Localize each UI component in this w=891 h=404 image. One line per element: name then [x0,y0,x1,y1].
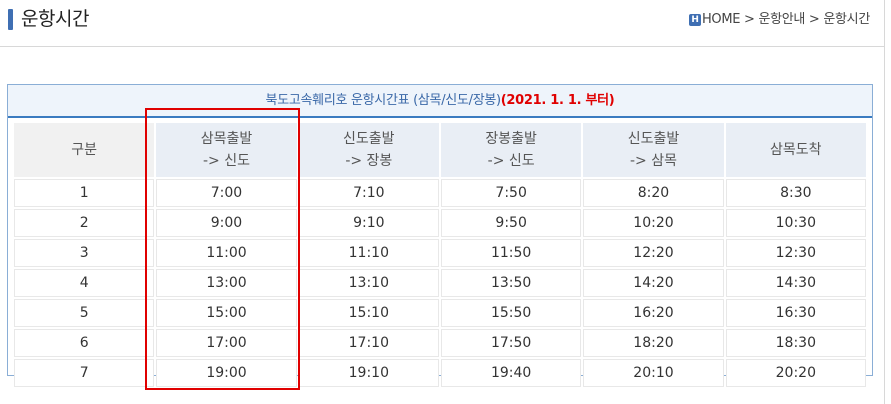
table-row: 1 7:00 7:10 7:50 8:20 8:30 [14,179,866,207]
time-cell: 15:50 [440,299,582,327]
header-column: 장봉출발 -> 신도 [440,123,582,177]
time-cell: 20:10 [583,359,724,387]
time-cell: 16:30 [725,299,866,327]
page-title: 운항시간 [21,8,89,30]
time-cell: 12:20 [583,239,724,267]
header-line1: 삼목출발 [200,131,253,147]
time-cell: 7:00 [156,179,297,207]
time-cell: 14:30 [725,269,866,297]
breadcrumb-current: 운항시간 [823,12,870,27]
time-cell: 11:50 [440,239,582,267]
time-cell: 19:40 [440,359,582,387]
time-cell: 15:10 [298,299,439,327]
time-cell: 17:10 [298,329,439,357]
time-cell: 11:10 [298,239,439,267]
time-cell: 11:00 [156,239,297,267]
breadcrumb-home[interactable]: HOME [702,11,741,29]
time-cell: 13:50 [440,269,582,297]
schedule-caption-date: (2021. 1. 1. 부터) [500,93,615,108]
header-column: 신도출발 -> 삼목 [583,123,724,177]
row-number: 7 [14,359,155,387]
row-number: 6 [14,329,155,357]
header-line1: 장봉출발 [485,131,537,147]
header-line2: -> 신도 [202,153,250,169]
breadcrumb-separator: > [740,12,759,27]
time-cell: 16:20 [583,299,724,327]
header-column: 신도출발 -> 장봉 [298,123,439,177]
header-line1: 삼목도착 [770,142,822,158]
header-column: 삼목도착 [725,123,866,177]
time-cell: 19:10 [298,359,439,387]
table-row: 5 15:00 15:10 15:50 16:20 16:30 [14,299,866,327]
time-cell: 17:00 [156,329,297,357]
header-line2: -> 신도 [487,153,535,169]
row-number: 1 [14,179,155,207]
time-cell: 9:10 [298,209,439,237]
schedule-box: 북도고속훼리호 운항시간표 (삼목/신도/장봉)(2021. 1. 1. 부터)… [7,84,873,387]
time-cell: 18:30 [725,329,866,357]
table-row: 2 9:00 9:10 9:50 10:20 10:30 [14,209,866,237]
schedule-table: 구분 삼목출발 -> 신도 신도출발 -> 장봉 장봉출발 -> 신도 신도출발… [12,121,868,389]
breadcrumb-separator: > [805,12,824,27]
time-cell: 10:20 [583,209,724,237]
time-cell: 8:20 [583,179,724,207]
caption-divider [8,116,872,118]
time-cell: 14:20 [583,269,724,297]
page-header: 운항시간 H HOME > 운항안내 > 운항시간 [0,0,884,47]
time-cell: 7:50 [440,179,582,207]
table-row: 6 17:00 17:10 17:50 18:20 18:30 [14,329,866,357]
table-header-row: 구분 삼목출발 -> 신도 신도출발 -> 장봉 장봉출발 -> 신도 신도출발… [14,123,866,177]
time-cell: 9:00 [156,209,297,237]
time-cell: 17:50 [440,329,582,357]
breadcrumb: H HOME > 운항안내 > 운항시간 [688,11,870,29]
header-line2: -> 삼목 [629,153,677,169]
schedule-caption: 북도고속훼리호 운항시간표 (삼목/신도/장봉)(2021. 1. 1. 부터) [8,85,872,116]
table-row: 3 11:00 11:10 11:50 12:20 12:30 [14,239,866,267]
time-cell: 19:00 [156,359,297,387]
table-row: 7 19:00 19:10 19:40 20:10 20:20 [14,359,866,387]
page: 운항시간 H HOME > 운항안내 > 운항시간 북도고속훼리호 운항시간표 … [0,0,891,404]
row-number: 3 [14,239,155,267]
time-cell: 13:10 [298,269,439,297]
time-cell: 20:20 [725,359,866,387]
row-number: 4 [14,269,155,297]
time-cell: 18:20 [583,329,724,357]
time-cell: 9:50 [440,209,582,237]
row-number: 5 [14,299,155,327]
title-accent-bar [8,9,13,30]
page-right-border [884,0,885,404]
header-category: 구분 [14,123,155,177]
header-line2: -> 장봉 [345,153,393,169]
time-cell: 13:00 [156,269,297,297]
time-cell: 12:30 [725,239,866,267]
table-row: 4 13:00 13:10 13:50 14:20 14:30 [14,269,866,297]
time-cell: 10:30 [725,209,866,237]
breadcrumb-section[interactable]: 운항안내 [758,11,805,29]
home-icon[interactable]: H [688,14,701,26]
row-number: 2 [14,209,155,237]
time-cell: 15:00 [156,299,297,327]
header-column: 삼목출발 -> 신도 [156,123,297,177]
header-line1: 신도출발 [343,131,395,147]
time-cell: 8:30 [725,179,866,207]
time-cell: 7:10 [298,179,439,207]
schedule-caption-title: 북도고속훼리호 운항시간표 (삼목/신도/장봉) [265,93,502,108]
header-line1: 신도출발 [627,131,680,147]
